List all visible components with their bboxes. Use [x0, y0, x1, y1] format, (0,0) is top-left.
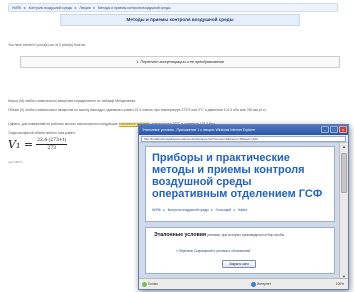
- formula-note: где t=20°С: [8, 160, 23, 164]
- status-bar: Готово Интернет 100%: [139, 278, 348, 289]
- breadcrumb: НИПК ► Контроль воздушной среды ► Лекция…: [8, 3, 338, 12]
- section-title: Пересчет концентрации и ее преобразовани…: [140, 60, 224, 64]
- popup-breadcrumb-item-2[interactable]: Контроль воздушной среды: [168, 208, 209, 212]
- section-number: 1.: [136, 60, 140, 64]
- popup-breadcrumb-item-3[interactable]: Глоссарий: [216, 208, 232, 212]
- glossary-term-card: Эталонные условия условия, при которых п…: [145, 227, 335, 274]
- paragraph-conditions-before: Однако, для измерений на рабочих местах …: [8, 122, 118, 126]
- section-heading: 1. Пересчет концентрации и ее преобразов…: [20, 56, 340, 68]
- globe-icon: [251, 282, 256, 287]
- term-description: условия, при которых производится отбор …: [206, 233, 285, 237]
- breadcrumb-item-3[interactable]: Лекция: [79, 6, 90, 10]
- breadcrumb-item-4: Методы и приемы контроля воздушной среды: [97, 6, 171, 10]
- minimize-button[interactable]: –: [321, 126, 329, 133]
- breadcrumb-item-2[interactable]: Контроль воздушной среды: [29, 6, 73, 10]
- popup-breadcrumb-item-4: Найти: [238, 208, 248, 212]
- paragraph-volume: Объем (V) любого химического вещества по…: [8, 108, 267, 112]
- formula-lhs: V₁ =: [8, 138, 34, 151]
- abbreviations-link[interactable]: » Перечень Сокращений и условных обознач…: [176, 249, 250, 253]
- popup-browser-window: Эталонные условия - Приложение 1 к лекци…: [138, 124, 349, 290]
- term-title: Эталонные условия: [154, 232, 206, 238]
- page-status-icon: [142, 282, 147, 287]
- breadcrumb-item-1[interactable]: НИПК: [12, 6, 21, 10]
- status-text: Готово: [148, 282, 158, 286]
- formula-numerator: 22,4·(273+t): [36, 138, 68, 145]
- window-titlebar[interactable]: Эталонные условия - Приложение 1 к лекци…: [139, 125, 348, 135]
- scrollbar-thumb[interactable]: [341, 153, 347, 193]
- scroll-up-icon[interactable]: ▲: [341, 143, 347, 150]
- window-title: Эталонные условия - Приложение 1 к лекци…: [142, 128, 256, 132]
- close-icon[interactable]: ×: [339, 126, 347, 133]
- address-bar: http://localhost/media/lesson/elements/u…: [139, 135, 348, 143]
- molar-volume-formula: V₁ = 22,4·(273+t) 273: [8, 138, 68, 151]
- page-title: Методы и приемы контроля воздушной среды: [60, 14, 300, 26]
- security-zone: Интернет: [257, 282, 271, 286]
- formula-fraction: 22,4·(273+t) 273: [36, 138, 68, 151]
- popup-breadcrumb: НИПК ► Контроль воздушной среды ► Глосса…: [152, 208, 248, 212]
- vertical-scrollbar[interactable]: ▲ ▼: [339, 143, 348, 280]
- popup-content: Приборы и практические методы и приемы к…: [139, 143, 340, 280]
- term-entry: Эталонные условия условия, при которых п…: [154, 232, 328, 238]
- close-window-button[interactable]: Закрыть окно: [222, 260, 256, 268]
- maximize-button[interactable]: □: [330, 126, 338, 133]
- formula-denominator: 273: [47, 146, 56, 151]
- score-text: You have earned 0 point(s) out of 0 poin…: [8, 43, 87, 47]
- glossary-header-card: Приборы и практические методы и приемы к…: [145, 146, 335, 222]
- zoom-level[interactable]: 100%: [336, 279, 344, 289]
- paragraph-mass: Масса (М) любого химического вещества оп…: [8, 99, 136, 103]
- abbreviations-link-label: Перечень Сокращений и условных обозначен…: [178, 249, 251, 253]
- glossary-page-title: Приборы и практические методы и приемы к…: [152, 152, 323, 200]
- popup-breadcrumb-item-1[interactable]: НИПК: [152, 208, 161, 212]
- address-input[interactable]: http://localhost/media/lesson/elements/u…: [141, 136, 346, 142]
